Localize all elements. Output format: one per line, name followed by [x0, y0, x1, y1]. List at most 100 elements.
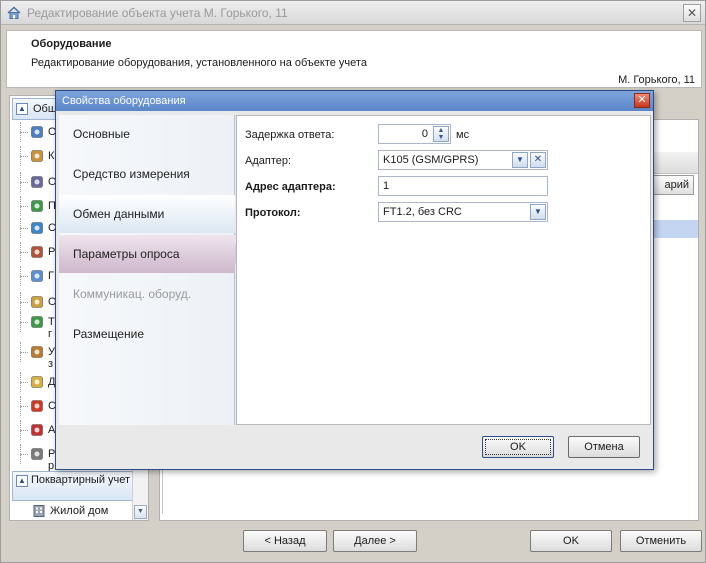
back-button[interactable]: < Назад	[243, 530, 327, 552]
document-icon	[31, 424, 43, 436]
header-panel: Оборудование Редактирование оборудования…	[6, 30, 702, 88]
outer-title-bar: Редактирование объекта учета М. Горького…	[1, 1, 705, 25]
tree-item[interactable]: Д	[20, 372, 60, 392]
protocol-select[interactable]: FT1.2, без CRC ▼	[378, 202, 548, 222]
tree-connector	[20, 206, 28, 207]
adapter-address-input[interactable]: 1	[378, 176, 548, 196]
adapter-select[interactable]: K105 (GSM/GPRS) ▼ ✕	[378, 150, 548, 170]
nav-item-placement[interactable]: Размещение	[59, 315, 235, 353]
dialog-title: Свойства оборудования	[62, 95, 186, 107]
tree-item[interactable]: О	[20, 172, 60, 192]
comment-button[interactable]: арий	[650, 175, 694, 195]
protocol-value: FT1.2, без CRC	[383, 206, 462, 218]
cancel-wizard-button[interactable]: Отменить	[620, 530, 702, 552]
nav-item-label: Средство измерения	[73, 167, 190, 181]
tree-connector	[20, 132, 28, 133]
delay-input[interactable]: 0 ▲ ▼	[378, 124, 451, 144]
nav-item-label: Обмен данными	[73, 207, 165, 221]
alarm-icon	[31, 400, 43, 412]
dialog-footer: OK Отмена	[59, 426, 650, 468]
outer-window-title: Редактирование объекта учета М. Горького…	[27, 6, 288, 20]
house-icon	[31, 126, 43, 138]
tree-group-label: Поквартирный учет	[31, 474, 131, 486]
dialog-nav: Основные Средство измерения Обмен данным…	[59, 115, 243, 425]
adapter-value: K105 (GSM/GPRS)	[383, 154, 479, 166]
outer-close-button[interactable]: ✕	[683, 4, 701, 22]
tree-item[interactable]: Т г	[20, 312, 60, 340]
page-subtitle: Редактирование оборудования, установленн…	[31, 57, 367, 69]
tree-connector	[20, 276, 28, 277]
globe-icon	[31, 200, 43, 212]
adapter-address-label: Адрес адаптера:	[245, 181, 336, 193]
tree-connector	[20, 156, 28, 157]
spinner-icon[interactable]: ▲ ▼	[433, 126, 449, 142]
tree-connector	[20, 454, 28, 455]
equipment-properties-dialog: Свойства оборудования ✕ Основные Средств…	[55, 90, 654, 470]
nav-item-polling-parameters[interactable]: Параметры опроса	[59, 235, 243, 273]
dialog-title-bar: Свойства оборудования ✕	[56, 91, 653, 111]
calendar-icon	[31, 448, 43, 460]
next-button[interactable]: Далее >	[333, 530, 417, 552]
tree-group-label: Общ	[33, 103, 57, 115]
nav-item-basic[interactable]: Основные	[59, 115, 235, 153]
tree-item[interactable]: С	[20, 218, 60, 238]
nav-item-comm-equipment: Коммуникац. оборуд.	[59, 275, 235, 313]
chevron-down-icon[interactable]: ▼	[134, 505, 147, 519]
nav-item-label: Основные	[73, 127, 130, 141]
nav-item-label: Коммуникац. оборуд.	[73, 287, 192, 301]
tree-item-label: Жилой дом	[50, 505, 109, 517]
collapse-icon[interactable]: ▲	[16, 103, 28, 115]
delay-label: Задержка ответа:	[245, 129, 335, 141]
page-title: Оборудование	[31, 38, 112, 50]
tree-item-residential[interactable]: Жилой дом	[22, 502, 142, 520]
clipboard-icon	[31, 296, 43, 308]
tree-item-label: Г	[48, 270, 54, 282]
dialog-ok-button[interactable]: OK	[482, 436, 554, 458]
dialog-close-button[interactable]: ✕	[634, 93, 650, 108]
selected-row[interactable]	[650, 220, 698, 238]
adapter-label: Адаптер:	[245, 155, 292, 167]
ok-button[interactable]: OK	[530, 530, 612, 552]
chevron-down-icon[interactable]: ▼	[530, 204, 546, 220]
tools-icon	[31, 246, 43, 258]
network-icon	[31, 222, 43, 234]
tree-item[interactable]: К	[20, 146, 60, 166]
building-icon	[33, 505, 45, 517]
chart-icon	[31, 316, 43, 328]
tree-connector	[20, 252, 28, 253]
nav-item-data-exchange[interactable]: Обмен данными	[59, 195, 235, 233]
home-icon	[7, 6, 21, 19]
collapse-icon[interactable]: ▲	[16, 475, 28, 487]
tree-item[interactable]: Г	[20, 266, 60, 286]
delay-unit: мс	[456, 129, 470, 141]
tree-connector	[20, 302, 28, 303]
dialog-content: Задержка ответа: 0 ▲ ▼ мс Адаптер: K105 (…	[236, 115, 651, 425]
tree-connector	[20, 228, 28, 229]
tree-connector	[20, 322, 28, 323]
nav-item-measuring-device[interactable]: Средство измерения	[59, 155, 235, 193]
dialog-cancel-button[interactable]: Отмена	[568, 436, 640, 458]
tree-connector	[20, 382, 28, 383]
tree-item[interactable]: А	[20, 420, 60, 440]
handshake-icon	[31, 270, 43, 282]
tree-item-label: К	[48, 150, 55, 162]
nav-item-label: Параметры опроса	[73, 247, 180, 261]
chevron-down-icon[interactable]: ▼	[512, 152, 528, 168]
tree-connector	[20, 430, 28, 431]
tree-item[interactable]: П	[20, 196, 60, 216]
adapter-address-value: 1	[383, 180, 390, 192]
object-address: М. Горького, 11	[618, 74, 695, 86]
tree-connector	[20, 406, 28, 407]
tree-item[interactable]: Р	[20, 242, 60, 262]
person-icon	[31, 346, 43, 358]
location-pin-icon	[31, 150, 43, 162]
tree-item[interactable]: У з	[20, 342, 60, 370]
tree-item[interactable]: О	[20, 122, 60, 142]
tree-item[interactable]: С	[20, 396, 60, 416]
tree-group-apartment[interactable]: ▲ Поквартирный учет	[12, 471, 140, 501]
tree-item[interactable]: О	[20, 292, 60, 312]
delay-value: 0	[421, 128, 428, 140]
tree-item[interactable]: Р р	[20, 444, 60, 472]
tree-connector	[20, 352, 28, 353]
clear-icon[interactable]: ✕	[530, 152, 546, 168]
